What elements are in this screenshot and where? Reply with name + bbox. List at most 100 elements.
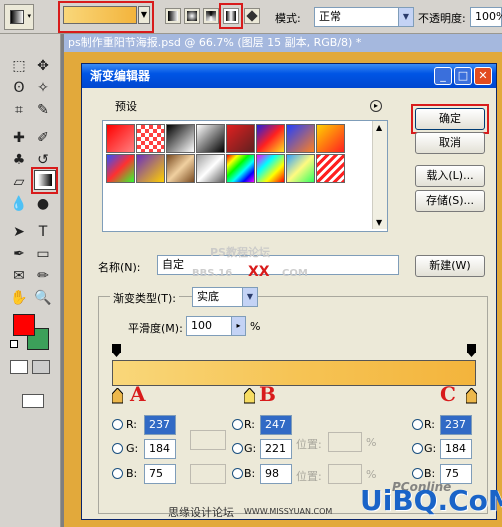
preset-swatch[interactable] — [316, 154, 345, 183]
gradient-type-select[interactable]: 实底 ▼ — [192, 287, 258, 307]
preset-swatch[interactable] — [196, 154, 225, 183]
opacity-stop-left-icon[interactable] — [112, 344, 121, 358]
save-button[interactable]: 存储(S)... — [415, 190, 485, 212]
smoothness-input[interactable]: 100 ▸ — [186, 316, 246, 336]
eyedropper-icon[interactable]: ✏ — [32, 266, 54, 286]
location-pct-1: % — [366, 436, 377, 449]
preset-swatch[interactable] — [106, 154, 135, 183]
preset-swatch[interactable] — [256, 154, 285, 183]
r-input-a[interactable]: 237 — [144, 415, 176, 435]
blur-tool-icon[interactable]: 💧 — [8, 194, 30, 214]
gradient-bar[interactable] — [112, 360, 476, 386]
diamond-gradient-button[interactable] — [244, 8, 260, 24]
location-input-2 — [328, 464, 362, 484]
r-label-b: R: — [244, 418, 256, 431]
quickmask-mode-icon[interactable] — [32, 360, 50, 374]
gradient-swatch[interactable] — [63, 6, 137, 24]
chevron-down-icon[interactable]: ▼ — [138, 6, 150, 24]
preset-swatch[interactable] — [226, 154, 255, 183]
radio-r-a[interactable] — [112, 419, 123, 430]
preset-swatch[interactable] — [166, 124, 195, 153]
slice-tool-icon[interactable]: ✎ — [32, 100, 54, 120]
color-stop-c-icon[interactable] — [466, 388, 477, 404]
r-label-a: R: — [126, 418, 138, 431]
new-button[interactable]: 新建(W) — [415, 255, 485, 277]
preset-swatch[interactable] — [136, 124, 165, 153]
angle-gradient-button[interactable] — [203, 8, 219, 24]
radio-b-b[interactable] — [232, 468, 243, 479]
pen-tool-icon[interactable]: ✒ — [8, 244, 30, 264]
eraser-tool-icon[interactable]: ▱ — [8, 172, 30, 192]
preset-swatch[interactable] — [166, 154, 195, 183]
color-stop-a-icon[interactable] — [112, 388, 123, 404]
preset-swatch[interactable] — [106, 124, 135, 153]
stamp-tool-icon[interactable]: ♣ — [8, 150, 30, 170]
healing-brush-icon[interactable]: ✚ — [8, 128, 30, 148]
radio-r-c[interactable] — [412, 419, 423, 430]
reflected-gradient-button[interactable] — [223, 8, 239, 24]
presets-menu-icon[interactable]: ▸ — [370, 100, 382, 112]
radio-g-a[interactable] — [112, 443, 123, 454]
g-label-c: G: — [424, 442, 437, 455]
type-tool-icon[interactable]: T — [32, 222, 54, 242]
radio-b-a[interactable] — [112, 468, 123, 479]
b-input-a[interactable]: 75 — [144, 464, 176, 484]
chevron-right-icon[interactable]: ▸ — [231, 317, 245, 335]
move-tool-icon[interactable]: ✥ — [32, 56, 54, 76]
scroll-up-icon[interactable]: ▲ — [376, 123, 382, 132]
opacity-field[interactable]: 100% — [470, 7, 502, 27]
radial-gradient-button[interactable] — [184, 8, 200, 24]
dodge-tool-icon[interactable]: ● — [32, 194, 54, 214]
preset-swatch[interactable] — [286, 154, 315, 183]
b-label-c: B: — [424, 467, 436, 480]
radio-g-c[interactable] — [412, 443, 423, 454]
brush-tool-icon[interactable]: ✐ — [32, 128, 54, 148]
g-input-a[interactable]: 184 — [144, 439, 176, 459]
g-input-c[interactable]: 184 — [440, 439, 472, 459]
maximize-icon[interactable]: □ — [454, 67, 472, 85]
minimize-icon[interactable]: _ — [434, 67, 452, 85]
default-colors-icon[interactable] — [10, 340, 18, 348]
b-input-b[interactable]: 98 — [260, 464, 292, 484]
document-title[interactable]: ps制作重阳节海报.psd @ 66.7% (图层 15 副本, RGB/8) … — [64, 34, 502, 52]
presets-scrollbar[interactable]: ▲ ▼ — [372, 121, 387, 229]
zoom-tool-icon[interactable]: 🔍 — [32, 288, 54, 308]
rectangle-tool-icon[interactable]: ▭ — [32, 244, 54, 264]
mode-select[interactable]: 正常 ▼ — [314, 7, 414, 27]
standard-mode-icon[interactable] — [10, 360, 28, 374]
g-input-b[interactable]: 221 — [260, 439, 292, 459]
color-stop-b-icon[interactable] — [244, 388, 255, 404]
radio-b-c[interactable] — [412, 468, 423, 479]
gradient-picker[interactable]: ▼ — [61, 4, 156, 30]
path-select-icon[interactable]: ➤ — [8, 222, 30, 242]
b-label-a: B: — [126, 467, 138, 480]
radio-r-b[interactable] — [232, 419, 243, 430]
hand-tool-icon[interactable]: ✋ — [8, 288, 30, 308]
gradient-tool-button[interactable] — [34, 170, 56, 190]
load-button[interactable]: 载入(L)... — [415, 165, 485, 187]
r-input-c[interactable]: 237 — [440, 415, 472, 435]
linear-gradient-button[interactable] — [165, 8, 181, 24]
tool-preset-picker[interactable]: ▾ — [4, 4, 34, 30]
close-icon[interactable]: ✕ — [474, 67, 492, 85]
crop-tool-icon[interactable]: ⌗ — [8, 100, 30, 120]
preset-swatch[interactable] — [226, 124, 255, 153]
cancel-button[interactable]: 取消 — [415, 132, 485, 154]
g-label-b: G: — [244, 442, 257, 455]
screen-mode-icon[interactable] — [22, 394, 44, 408]
preset-swatch[interactable] — [256, 124, 285, 153]
notes-tool-icon[interactable]: ✉ — [8, 266, 30, 286]
opacity-stop-right-icon[interactable] — [467, 344, 476, 358]
preset-swatch[interactable] — [286, 124, 315, 153]
preset-swatch[interactable] — [136, 154, 165, 183]
scroll-down-icon[interactable]: ▼ — [376, 218, 382, 227]
preset-swatch[interactable] — [196, 124, 225, 153]
marquee-tool-icon[interactable]: ⬚ — [8, 56, 30, 76]
magic-wand-icon[interactable]: ✧ — [32, 78, 54, 98]
r-input-b[interactable]: 247 — [260, 415, 292, 435]
lasso-tool-icon[interactable]: ʘ — [8, 78, 30, 98]
foreground-color[interactable] — [13, 314, 35, 336]
radio-g-b[interactable] — [232, 443, 243, 454]
preset-swatch[interactable] — [316, 124, 345, 153]
ok-button[interactable]: 确定 — [415, 108, 485, 130]
